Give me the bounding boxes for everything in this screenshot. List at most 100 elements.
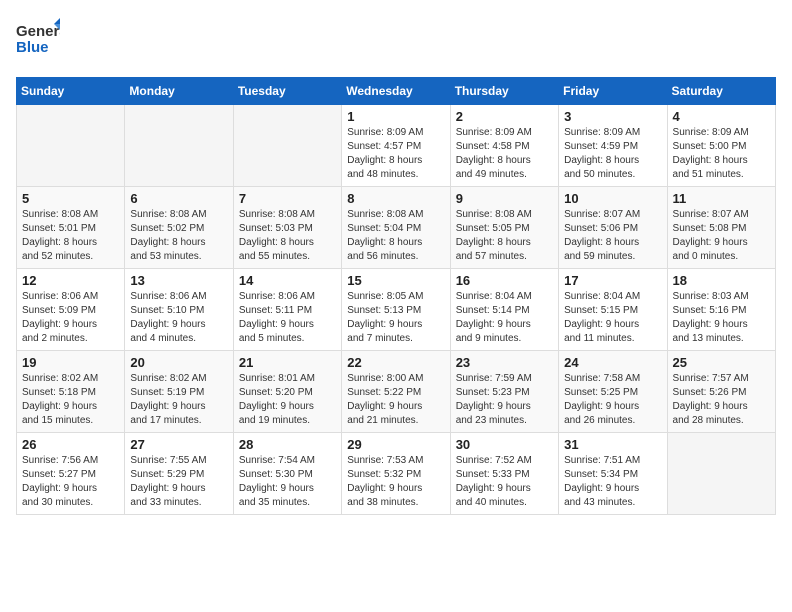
day-number: 9	[456, 191, 553, 206]
day-number: 7	[239, 191, 336, 206]
day-detail: Sunrise: 8:08 AM Sunset: 5:03 PM Dayligh…	[239, 208, 336, 264]
svg-text:General: General	[16, 23, 60, 40]
calendar-cell	[125, 105, 233, 187]
day-number: 2	[456, 109, 553, 124]
calendar-cell: 12 Sunrise: 8:06 AM Sunset: 5:09 PM Dayli…	[17, 269, 125, 351]
calendar-week-row: 1 Sunrise: 8:09 AM Sunset: 4:57 PM Daylig…	[17, 105, 776, 187]
calendar-cell: 9 Sunrise: 8:08 AM Sunset: 5:05 PM Daylig…	[450, 187, 558, 269]
day-detail: Sunrise: 8:02 AM Sunset: 5:18 PM Dayligh…	[22, 372, 119, 428]
day-number: 23	[456, 355, 553, 370]
svg-text:Blue: Blue	[16, 39, 49, 56]
day-detail: Sunrise: 8:09 AM Sunset: 4:58 PM Dayligh…	[456, 126, 553, 182]
day-number: 15	[347, 273, 444, 288]
day-detail: Sunrise: 8:06 AM Sunset: 5:09 PM Dayligh…	[22, 290, 119, 346]
day-number: 16	[456, 273, 553, 288]
calendar-cell: 8 Sunrise: 8:08 AM Sunset: 5:04 PM Daylig…	[342, 187, 450, 269]
calendar-cell: 7 Sunrise: 8:08 AM Sunset: 5:03 PM Daylig…	[233, 187, 341, 269]
day-number: 27	[130, 437, 227, 452]
calendar-week-row: 12 Sunrise: 8:06 AM Sunset: 5:09 PM Dayli…	[17, 269, 776, 351]
day-of-week-header: Thursday	[450, 78, 558, 105]
calendar-cell: 25Sunrise: 7:57 AM Sunset: 5:26 PM Dayli…	[667, 351, 775, 433]
day-detail: Sunrise: 8:08 AM Sunset: 5:04 PM Dayligh…	[347, 208, 444, 264]
day-number: 19	[22, 355, 119, 370]
page-header: General Blue	[16, 16, 776, 65]
calendar-table: SundayMondayTuesdayWednesdayThursdayFrid…	[16, 77, 776, 515]
calendar-week-row: 26 Sunrise: 7:56 AM Sunset: 5:27 PM Dayli…	[17, 433, 776, 515]
calendar-cell: 11 Sunrise: 8:07 AM Sunset: 5:08 PM Dayli…	[667, 187, 775, 269]
day-detail: Sunrise: 8:09 AM Sunset: 4:57 PM Dayligh…	[347, 126, 444, 182]
calendar-cell: 16 Sunrise: 8:04 AM Sunset: 5:14 PM Dayli…	[450, 269, 558, 351]
day-number: 10	[564, 191, 661, 206]
calendar-cell	[667, 433, 775, 515]
day-number: 26	[22, 437, 119, 452]
logo: General Blue	[16, 16, 60, 65]
day-number: 6	[130, 191, 227, 206]
day-number: 30	[456, 437, 553, 452]
calendar-cell: 15 Sunrise: 8:05 AM Sunset: 5:13 PM Dayli…	[342, 269, 450, 351]
calendar-cell: 14 Sunrise: 8:06 AM Sunset: 5:11 PM Dayli…	[233, 269, 341, 351]
calendar-cell: 13Sunrise: 8:06 AM Sunset: 5:10 PM Dayli…	[125, 269, 233, 351]
calendar-header-row: SundayMondayTuesdayWednesdayThursdayFrid…	[17, 78, 776, 105]
day-detail: Sunrise: 8:04 AM Sunset: 5:14 PM Dayligh…	[456, 290, 553, 346]
day-detail: Sunrise: 8:00 AM Sunset: 5:22 PM Dayligh…	[347, 372, 444, 428]
day-detail: Sunrise: 8:02 AM Sunset: 5:19 PM Dayligh…	[130, 372, 227, 428]
day-number: 11	[673, 191, 770, 206]
calendar-cell: 28Sunrise: 7:54 AM Sunset: 5:30 PM Dayli…	[233, 433, 341, 515]
day-detail: Sunrise: 7:56 AM Sunset: 5:27 PM Dayligh…	[22, 454, 119, 510]
calendar-week-row: 5Sunrise: 8:08 AM Sunset: 5:01 PM Daylig…	[17, 187, 776, 269]
day-of-week-header: Sunday	[17, 78, 125, 105]
day-number: 8	[347, 191, 444, 206]
day-detail: Sunrise: 8:09 AM Sunset: 5:00 PM Dayligh…	[673, 126, 770, 182]
day-detail: Sunrise: 7:53 AM Sunset: 5:32 PM Dayligh…	[347, 454, 444, 510]
calendar-cell: 30 Sunrise: 7:52 AM Sunset: 5:33 PM Dayli…	[450, 433, 558, 515]
day-detail: Sunrise: 7:57 AM Sunset: 5:26 PM Dayligh…	[673, 372, 770, 428]
calendar-cell: 1 Sunrise: 8:09 AM Sunset: 4:57 PM Daylig…	[342, 105, 450, 187]
day-detail: Sunrise: 8:07 AM Sunset: 5:08 PM Dayligh…	[673, 208, 770, 264]
calendar-cell: 6Sunrise: 8:08 AM Sunset: 5:02 PM Daylig…	[125, 187, 233, 269]
day-number: 31	[564, 437, 661, 452]
day-of-week-header: Friday	[559, 78, 667, 105]
day-detail: Sunrise: 8:08 AM Sunset: 5:01 PM Dayligh…	[22, 208, 119, 264]
calendar-cell: 5Sunrise: 8:08 AM Sunset: 5:01 PM Daylig…	[17, 187, 125, 269]
calendar-cell: 18 Sunrise: 8:03 AM Sunset: 5:16 PM Dayli…	[667, 269, 775, 351]
day-detail: Sunrise: 7:51 AM Sunset: 5:34 PM Dayligh…	[564, 454, 661, 510]
calendar-cell: 27 Sunrise: 7:55 AM Sunset: 5:29 PM Dayli…	[125, 433, 233, 515]
day-number: 29	[347, 437, 444, 452]
calendar-cell: 17 Sunrise: 8:04 AM Sunset: 5:15 PM Dayli…	[559, 269, 667, 351]
day-detail: Sunrise: 8:07 AM Sunset: 5:06 PM Dayligh…	[564, 208, 661, 264]
calendar-week-row: 19 Sunrise: 8:02 AM Sunset: 5:18 PM Dayli…	[17, 351, 776, 433]
day-detail: Sunrise: 7:54 AM Sunset: 5:30 PM Dayligh…	[239, 454, 336, 510]
day-number: 1	[347, 109, 444, 124]
calendar-cell: 29 Sunrise: 7:53 AM Sunset: 5:32 PM Dayli…	[342, 433, 450, 515]
calendar-cell: 2 Sunrise: 8:09 AM Sunset: 4:58 PM Daylig…	[450, 105, 558, 187]
day-number: 17	[564, 273, 661, 288]
calendar-cell: 19 Sunrise: 8:02 AM Sunset: 5:18 PM Dayli…	[17, 351, 125, 433]
day-detail: Sunrise: 8:08 AM Sunset: 5:05 PM Dayligh…	[456, 208, 553, 264]
day-detail: Sunrise: 8:09 AM Sunset: 4:59 PM Dayligh…	[564, 126, 661, 182]
day-number: 3	[564, 109, 661, 124]
day-detail: Sunrise: 8:04 AM Sunset: 5:15 PM Dayligh…	[564, 290, 661, 346]
calendar-cell: 26 Sunrise: 7:56 AM Sunset: 5:27 PM Dayli…	[17, 433, 125, 515]
day-of-week-header: Monday	[125, 78, 233, 105]
calendar-cell: 23Sunrise: 7:59 AM Sunset: 5:23 PM Dayli…	[450, 351, 558, 433]
calendar-cell: 21Sunrise: 8:01 AM Sunset: 5:20 PM Dayli…	[233, 351, 341, 433]
logo-mark: General Blue	[16, 16, 60, 65]
day-number: 18	[673, 273, 770, 288]
day-number: 4	[673, 109, 770, 124]
calendar-cell: 10 Sunrise: 8:07 AM Sunset: 5:06 PM Dayli…	[559, 187, 667, 269]
day-number: 24	[564, 355, 661, 370]
day-number: 12	[22, 273, 119, 288]
day-detail: Sunrise: 7:55 AM Sunset: 5:29 PM Dayligh…	[130, 454, 227, 510]
day-number: 20	[130, 355, 227, 370]
calendar-cell: 24Sunrise: 7:58 AM Sunset: 5:25 PM Dayli…	[559, 351, 667, 433]
calendar-cell: 4 Sunrise: 8:09 AM Sunset: 5:00 PM Daylig…	[667, 105, 775, 187]
day-detail: Sunrise: 8:06 AM Sunset: 5:11 PM Dayligh…	[239, 290, 336, 346]
day-detail: Sunrise: 8:03 AM Sunset: 5:16 PM Dayligh…	[673, 290, 770, 346]
calendar-cell: 20 Sunrise: 8:02 AM Sunset: 5:19 PM Dayli…	[125, 351, 233, 433]
day-detail: Sunrise: 8:05 AM Sunset: 5:13 PM Dayligh…	[347, 290, 444, 346]
day-detail: Sunrise: 7:52 AM Sunset: 5:33 PM Dayligh…	[456, 454, 553, 510]
day-number: 14	[239, 273, 336, 288]
day-of-week-header: Tuesday	[233, 78, 341, 105]
calendar-cell	[17, 105, 125, 187]
day-number: 13	[130, 273, 227, 288]
